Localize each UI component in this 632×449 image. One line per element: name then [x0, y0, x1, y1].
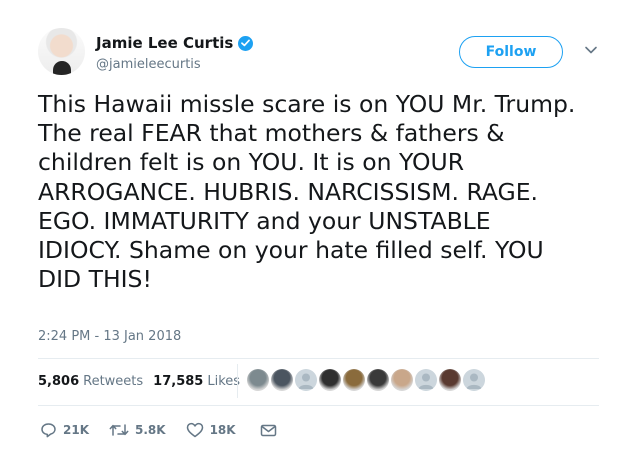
envelope-icon [260, 424, 276, 436]
reply-icon [41, 423, 56, 438]
tweet-actions: 21K 5.8K 18K [40, 422, 277, 438]
author-avatar[interactable] [38, 28, 85, 75]
liker-avatar-photo[interactable] [343, 369, 365, 391]
author-handle[interactable]: @jamieleecurtis [96, 57, 201, 72]
heart-icon [186, 422, 203, 438]
tweet-timestamp[interactable]: 2:24 PM - 13 Jan 2018 [38, 329, 181, 344]
stats-separator [237, 364, 238, 398]
like-action[interactable]: 18K [186, 422, 236, 438]
tweet-text: This Hawaii missle scare is on YOU Mr. T… [38, 90, 576, 294]
liker-avatar-photo[interactable] [367, 369, 389, 391]
default-avatar-icon[interactable] [295, 369, 317, 391]
liker-avatar-photo[interactable] [247, 369, 269, 391]
retweets-label[interactable]: Retweets [83, 374, 143, 389]
stats-divider-bottom [38, 405, 599, 406]
likes-label[interactable]: Likes [207, 374, 240, 389]
retweets-count[interactable]: 5,806 [38, 374, 79, 389]
likers-avatars [247, 369, 485, 391]
reply-count: 21K [63, 423, 89, 437]
retweet-action[interactable]: 5.8K [109, 423, 166, 437]
verified-badge-icon [238, 35, 254, 51]
direct-message-action[interactable] [260, 424, 277, 437]
default-avatar-icon[interactable] [415, 369, 437, 391]
liker-avatar-photo[interactable] [439, 369, 461, 391]
stats-divider-top [38, 358, 599, 359]
liker-avatar-photo[interactable] [271, 369, 293, 391]
reply-action[interactable]: 21K [40, 422, 89, 438]
like-count: 18K [209, 423, 236, 437]
author-name[interactable]: Jamie Lee Curtis [96, 34, 233, 52]
liker-avatar-photo[interactable] [391, 369, 413, 391]
retweet-icon [109, 424, 129, 436]
liker-avatar-photo[interactable] [319, 369, 341, 391]
retweet-count: 5.8K [135, 423, 166, 437]
follow-button[interactable]: Follow [459, 36, 563, 68]
default-avatar-icon[interactable] [463, 369, 485, 391]
author-name-row[interactable]: Jamie Lee Curtis [96, 34, 254, 52]
likes-count[interactable]: 17,585 [153, 374, 203, 389]
tweet-stats: 5,806 Retweets 17,585 Likes [38, 374, 240, 389]
chevron-down-icon[interactable] [584, 45, 598, 55]
